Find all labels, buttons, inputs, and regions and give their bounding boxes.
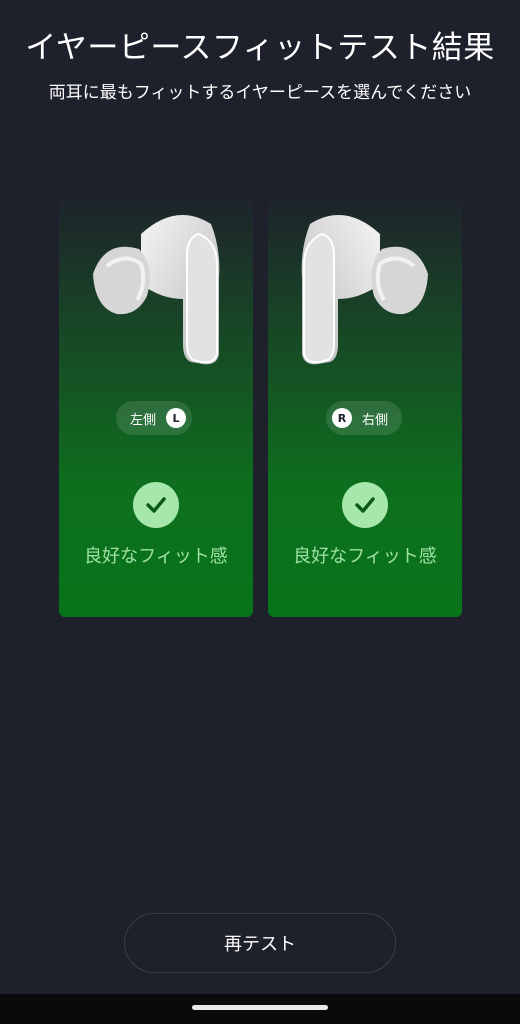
check-icon (342, 482, 388, 528)
fit-result-label: 良好なフィット感 (293, 546, 437, 567)
left-earbud-card: 左側 L 良好なフィット感 (59, 186, 253, 617)
check-icon (133, 482, 179, 528)
side-label: 右側 (362, 412, 389, 428)
right-earbud-card: R 右側 良好なフィット感 (268, 186, 462, 617)
fit-test-result-screen: イヤーピースフィットテスト結果 両耳に最もフィットするイヤーピースを選んでくださ… (0, 0, 520, 1024)
home-indicator[interactable] (192, 1005, 328, 1010)
right-earbud-image (301, 215, 428, 365)
left-badge: L (166, 408, 187, 428)
retest-button[interactable]: 再テスト (124, 913, 396, 973)
left-side-indicator: 左側 L (116, 401, 193, 435)
page-title: イヤーピースフィットテスト結果 (25, 30, 495, 66)
left-earbud-image (93, 215, 220, 365)
right-side-indicator: R 右側 (326, 401, 403, 435)
right-badge: R (332, 408, 352, 428)
fit-result-label: 良好なフィット感 (84, 546, 228, 567)
page-subtitle: 両耳に最もフィットするイヤーピースを選んでください (48, 83, 472, 103)
side-label: 左側 (130, 412, 157, 428)
